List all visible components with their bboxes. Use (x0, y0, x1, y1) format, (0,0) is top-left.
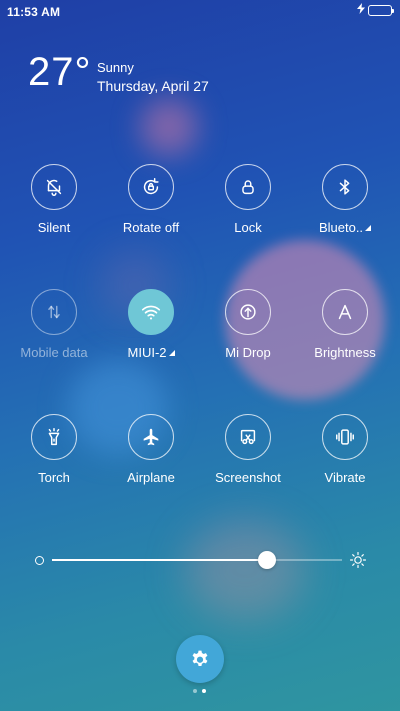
toggle-label: Mobile data (20, 345, 88, 360)
page-dot-active (202, 689, 206, 693)
battery-icon (368, 5, 394, 16)
toggle-label: Brightness (314, 345, 376, 360)
toggle-rotate[interactable]: Rotate off (101, 164, 201, 235)
toggle-lock[interactable]: Lock (198, 164, 298, 235)
weather-condition: Sunny (97, 60, 134, 75)
brightness-high-icon (349, 551, 367, 573)
toggle-brightness[interactable]: Brightness (295, 289, 395, 360)
gear-icon (192, 650, 208, 666)
toggle-label: MIUI-2 (101, 345, 201, 360)
status-time: 11:53 AM (7, 5, 61, 19)
rotate-lock-icon (128, 164, 174, 210)
brightness-low-icon (35, 556, 44, 565)
toggle-airplane[interactable]: Airplane (101, 414, 201, 485)
charging-icon (357, 3, 365, 17)
auto-brightness-icon (322, 289, 368, 335)
toggle-label: Rotate off (122, 220, 180, 235)
wifi-icon (128, 289, 174, 335)
brightness-track[interactable] (52, 559, 342, 561)
toggle-label-text: MIUI-2 (127, 345, 167, 360)
page-indicator (193, 689, 209, 695)
lock-icon (225, 164, 271, 210)
weather-temperature[interactable]: 27° (28, 52, 92, 92)
screenshot-icon (225, 414, 271, 460)
mi-drop-icon (225, 289, 271, 335)
status-bar: 11:53 AM (0, 0, 400, 24)
page-dot (193, 689, 197, 693)
toggle-mobile-data[interactable]: Mobile data (4, 289, 104, 360)
settings-button[interactable] (176, 635, 224, 683)
toggle-wifi[interactable]: MIUI-2 (101, 289, 201, 360)
expand-arrow-icon[interactable] (365, 225, 372, 231)
toggle-label: Vibrate (324, 470, 366, 485)
toggle-label: Airplane (127, 470, 175, 485)
toggle-label: Silent (37, 220, 71, 235)
toggle-label: Mi Drop (225, 345, 271, 360)
toggle-vibrate[interactable]: Vibrate (295, 414, 395, 485)
bluetooth-icon (322, 164, 368, 210)
vibrate-icon (322, 414, 368, 460)
toggle-label: Screenshot (215, 470, 281, 485)
toggle-bluetooth[interactable]: Blueto.. (295, 164, 395, 235)
airplane-icon (128, 414, 174, 460)
toggle-torch[interactable]: Torch (4, 414, 104, 485)
toggle-silent[interactable]: Silent (4, 164, 104, 235)
weather-date: Thursday, April 27 (97, 78, 209, 94)
brightness-slider[interactable] (30, 548, 370, 572)
expand-arrow-icon[interactable] (168, 350, 175, 356)
toggle-label: Torch (38, 470, 70, 485)
toggle-mi-drop[interactable]: Mi Drop (198, 289, 298, 360)
brightness-thumb[interactable] (257, 551, 276, 569)
toggle-label-text: Blueto.. (318, 220, 364, 235)
toggle-label: Blueto.. (295, 220, 395, 235)
torch-icon (31, 414, 77, 460)
toggle-screenshot[interactable]: Screenshot (198, 414, 298, 485)
mobile-data-icon (31, 289, 77, 335)
toggle-label: Lock (234, 220, 262, 235)
bell-off-icon (31, 164, 77, 210)
